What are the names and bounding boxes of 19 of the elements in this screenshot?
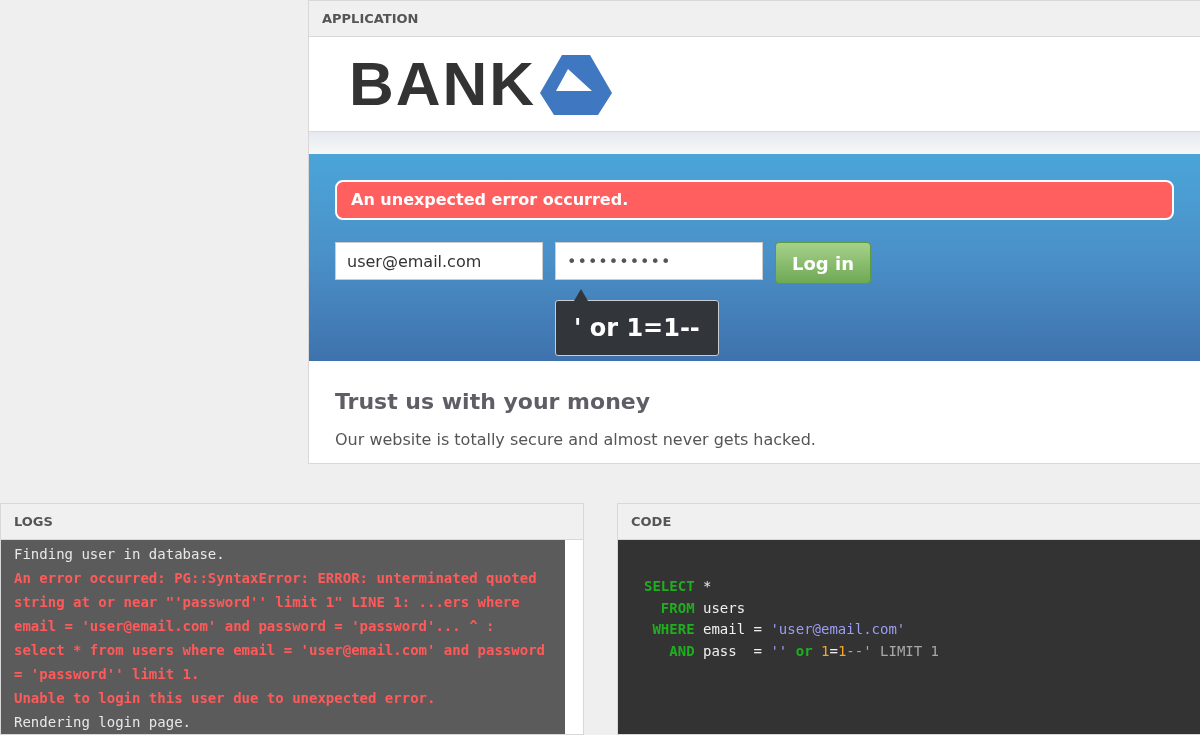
triangle-logo-icon [540,53,613,115]
section-text: Our website is totally secure and almost never gets hacked. [335,429,817,451]
password-field[interactable]: •••••••••• [555,242,763,280]
log-line: Finding user in database. [14,545,226,564]
log-line: An error occurred: PG::SyntaxError: ERROR: unterminated quoted string at or near "'password'' limit 1" LINE 1: ...ers where email = 'user@email.com' and password = 'password'... ^ : select * from users where email = 'user@email.com' and password = 'password'' limit 1. [14,569,546,684]
log-line: Unable to login this user due to unexpected error. [14,689,437,708]
email-field[interactable]: user@email.com [335,242,543,280]
error-message: An unexpected error occurred. [351,189,629,211]
code-line: SELECT * [644,577,713,596]
code-line: WHERE email = 'user@email.com' [651,620,907,639]
tooltip-text: ' or 1=1-- [574,313,700,344]
code-line: AND pass = '' or 1=1--' LIMIT 1 [668,641,941,661]
section-heading: Trust us with your money [335,388,652,416]
logo-text: BANK [349,53,537,115]
code-line: FROM users [659,598,747,618]
panel-title: LOGS [14,512,53,531]
panel-title: APPLICATION [322,9,419,28]
panel-title: CODE [631,512,672,531]
log-line: Rendering login page. [14,713,192,732]
